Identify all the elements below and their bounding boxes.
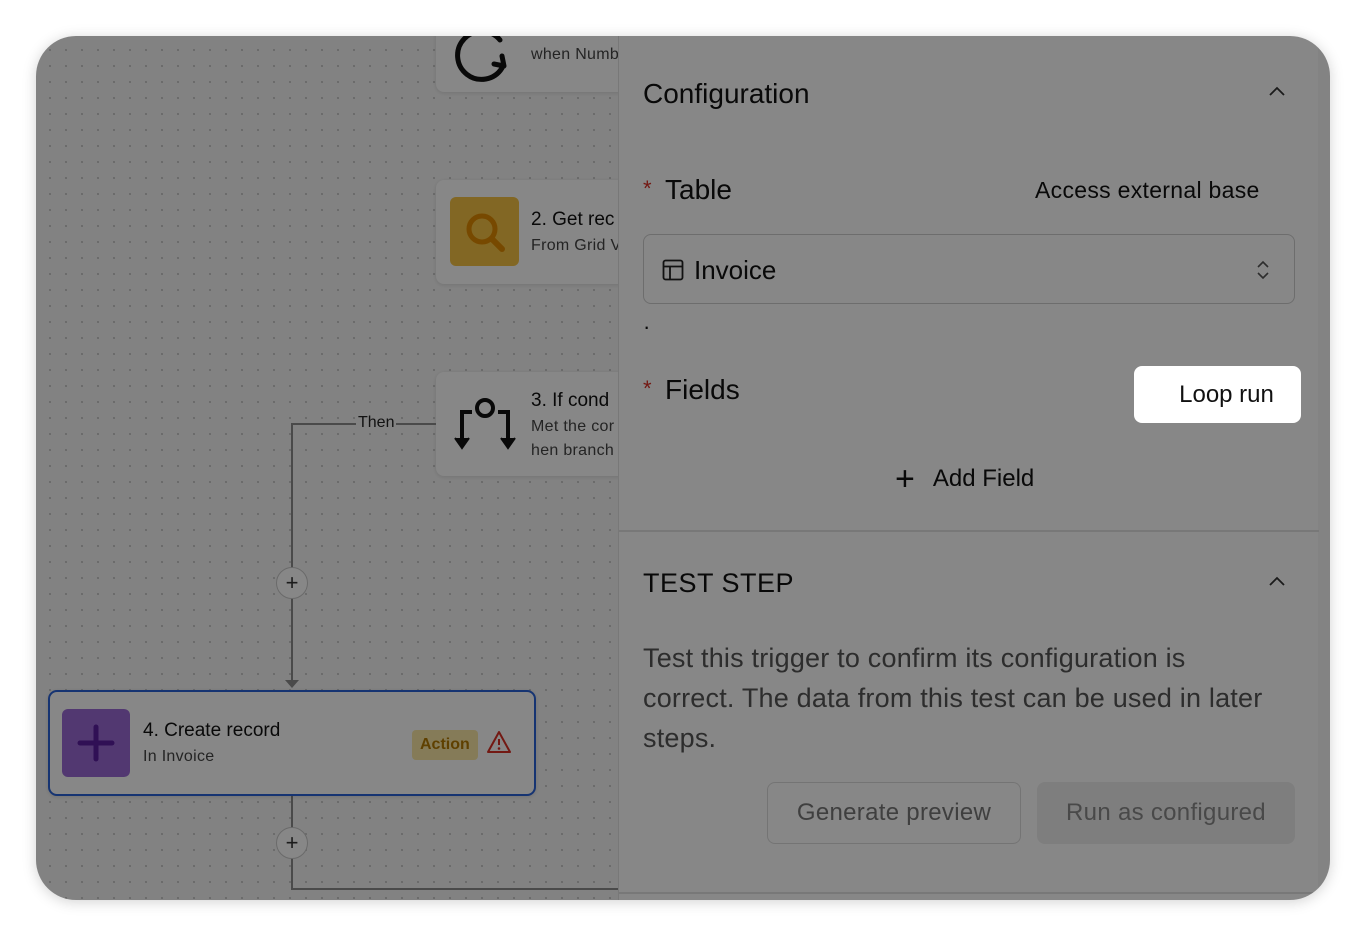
config-panel: Configuration * Table Access external ba… [618, 36, 1319, 900]
action-badge: Action [412, 730, 478, 760]
section-divider [619, 530, 1319, 532]
required-mark: * [643, 176, 652, 201]
run-as-configured-button[interactable]: Run as configured [1037, 782, 1295, 844]
then-branch-vertical [291, 423, 293, 685]
if-condition-line1: Met the cor [531, 418, 615, 435]
access-external-base-link[interactable]: Access external base [1035, 177, 1260, 204]
arrow-head [285, 680, 299, 688]
create-record-title: 4. Create record [143, 720, 281, 741]
fields-label: Fields [665, 374, 740, 405]
if-condition-line2: hen branch [531, 442, 615, 459]
test-step-description: Test this trigger to confirm its configu… [643, 643, 1263, 753]
workflow-canvas[interactable]: when Numb 2. Get rec From Grid V 3. If c… [36, 36, 666, 900]
app-window: when Numb 2. Get rec From Grid V 3. If c… [36, 36, 1330, 900]
table-icon [662, 259, 684, 286]
search-icon [450, 197, 519, 266]
table-label: Table [665, 174, 732, 205]
loop-run-button[interactable]: Loop run [1134, 366, 1301, 423]
collapse-test-step-icon[interactable] [1269, 574, 1285, 590]
plus-icon [62, 709, 130, 777]
add-field-label: Add Field [932, 465, 1035, 492]
test-step-heading: TEST STEP [643, 568, 795, 598]
then-label: Then [356, 414, 397, 432]
branch-icon [450, 390, 520, 460]
warning-icon [486, 730, 512, 759]
if-condition-title: 3. If cond [531, 390, 610, 411]
trigger-node-subtitle: when Numb [531, 46, 620, 63]
configuration-heading: Configuration [643, 78, 810, 109]
select-updown-icon [1256, 259, 1270, 286]
after-create-horizontal [291, 888, 636, 890]
table-select[interactable]: Invoice [643, 234, 1295, 304]
table-select-value: Invoice [694, 255, 777, 285]
generate-preview-button[interactable]: Generate preview [767, 782, 1021, 844]
add-field-plus-icon: + [895, 460, 915, 498]
create-record-subtitle: In Invoice [143, 748, 215, 765]
required-mark-fields: * [643, 376, 652, 401]
get-records-subtitle: From Grid V [531, 237, 622, 254]
add-field-button[interactable]: + Add Field [895, 462, 1034, 496]
collapse-configuration-icon[interactable] [1269, 84, 1285, 100]
dot-marker: · [643, 314, 651, 339]
panel-bottom-divider [619, 892, 1319, 894]
add-step-button-bottom[interactable]: + [276, 827, 308, 859]
get-records-title: 2. Get rec [531, 209, 615, 230]
create-record-node[interactable]: 4. Create record In Invoice Action [48, 690, 536, 796]
refresh-trigger-icon [448, 36, 518, 84]
add-step-button[interactable]: + [276, 567, 308, 599]
